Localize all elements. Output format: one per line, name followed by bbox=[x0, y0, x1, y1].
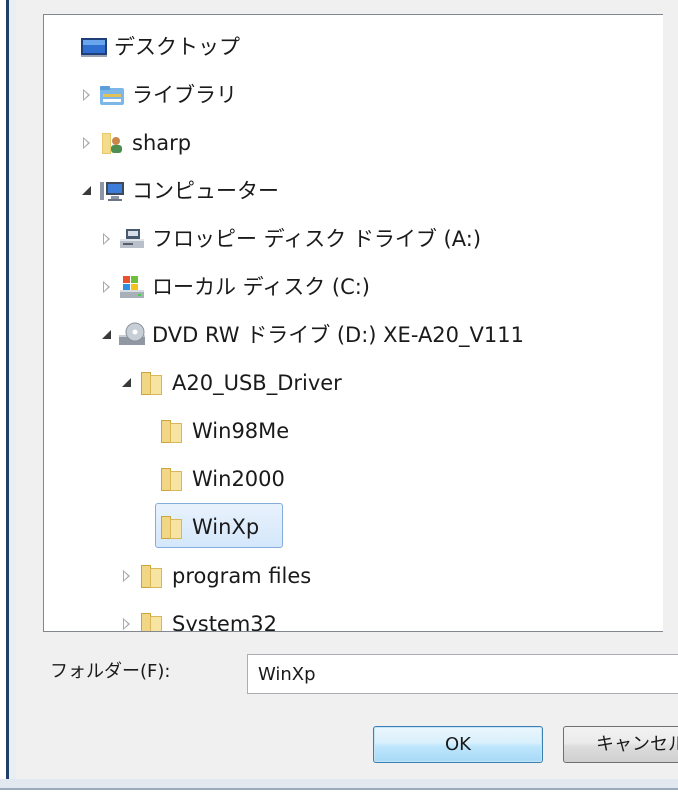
folder-icon bbox=[161, 468, 182, 491]
expand-arrow-icon[interactable] bbox=[80, 88, 94, 102]
folder-icon bbox=[161, 420, 182, 443]
tree-item-label: program files bbox=[172, 564, 312, 588]
collapse-arrow-icon[interactable] bbox=[80, 184, 94, 198]
library-icon bbox=[100, 86, 124, 105]
collapse-arrow-icon[interactable] bbox=[120, 376, 134, 390]
tree-item-label: DVD RW ドライブ (D:) XE-A20_V111 bbox=[152, 323, 524, 347]
tree-item-dvd-drive[interactable]: DVD RW ドライブ (D:) XE-A20_V111 bbox=[100, 315, 524, 355]
tree-item-label: Win2000 bbox=[192, 467, 285, 491]
tree-item-label: ライブラリ bbox=[132, 83, 237, 107]
computer-icon bbox=[100, 182, 124, 201]
tree-item-win2000[interactable]: Win2000 bbox=[158, 459, 285, 499]
cancel-button[interactable]: キャンセル bbox=[563, 726, 678, 763]
desktop-icon bbox=[81, 38, 107, 57]
tree-item-label: ローカル ディスク (C:) bbox=[152, 275, 371, 299]
user-folder-icon bbox=[102, 133, 122, 154]
folder-field-label: フォルダー(F): bbox=[50, 661, 171, 682]
tree-item-floppy-drive[interactable]: フロッピー ディスク ドライブ (A:) bbox=[100, 219, 481, 259]
tree-item-local-disk[interactable]: ローカル ディスク (C:) bbox=[100, 267, 370, 307]
folder-icon bbox=[141, 565, 162, 588]
tree-item-desktop[interactable]: デスクトップ bbox=[80, 27, 240, 67]
tree-item-label: Win98Me bbox=[192, 419, 290, 443]
tree-item-program-files[interactable]: program files bbox=[120, 556, 311, 596]
ok-button[interactable]: OK bbox=[373, 726, 543, 763]
local-disk-icon bbox=[120, 276, 144, 298]
folder-icon bbox=[141, 613, 162, 631]
folder-icon bbox=[161, 516, 182, 539]
expand-arrow-icon[interactable] bbox=[120, 569, 134, 583]
floppy-drive-icon bbox=[120, 229, 144, 248]
tree-item-label: コンピューター bbox=[132, 179, 279, 203]
tree-item-a20-usb-driver[interactable]: A20_USB_Driver bbox=[120, 363, 342, 403]
folder-input[interactable] bbox=[247, 654, 678, 694]
collapse-arrow-icon[interactable] bbox=[100, 328, 114, 342]
dvd-drive-icon bbox=[119, 322, 145, 345]
tree-item-label: デスクトップ bbox=[114, 35, 240, 59]
folder-tree[interactable]: デスクトップ ライブラリ sharp コンピューター フロッピー ディスク ドラ… bbox=[43, 14, 663, 632]
folder-icon bbox=[141, 372, 162, 395]
tree-item-winxp[interactable]: WinXp bbox=[158, 507, 259, 547]
tree-item-library[interactable]: ライブラリ bbox=[80, 75, 237, 115]
tree-item-label: sharp bbox=[132, 131, 192, 155]
tree-item-label: WinXp bbox=[192, 515, 260, 539]
tree-item-system32[interactable]: System32 bbox=[120, 604, 278, 632]
tree-item-label: System32 bbox=[172, 612, 278, 632]
window-left-border bbox=[0, 0, 16, 794]
expand-arrow-icon[interactable] bbox=[80, 136, 94, 150]
window-bottom-border bbox=[0, 779, 678, 794]
expand-arrow-icon[interactable] bbox=[100, 232, 114, 246]
expand-arrow-icon[interactable] bbox=[120, 617, 134, 631]
tree-item-label: A20_USB_Driver bbox=[172, 371, 342, 395]
tree-item-win98me[interactable]: Win98Me bbox=[158, 411, 289, 451]
tree-item-label: フロッピー ディスク ドライブ (A:) bbox=[152, 227, 482, 251]
expand-arrow-icon[interactable] bbox=[100, 280, 114, 294]
tree-item-sharp[interactable]: sharp bbox=[80, 123, 191, 163]
tree-item-computer[interactable]: コンピューター bbox=[80, 171, 279, 211]
